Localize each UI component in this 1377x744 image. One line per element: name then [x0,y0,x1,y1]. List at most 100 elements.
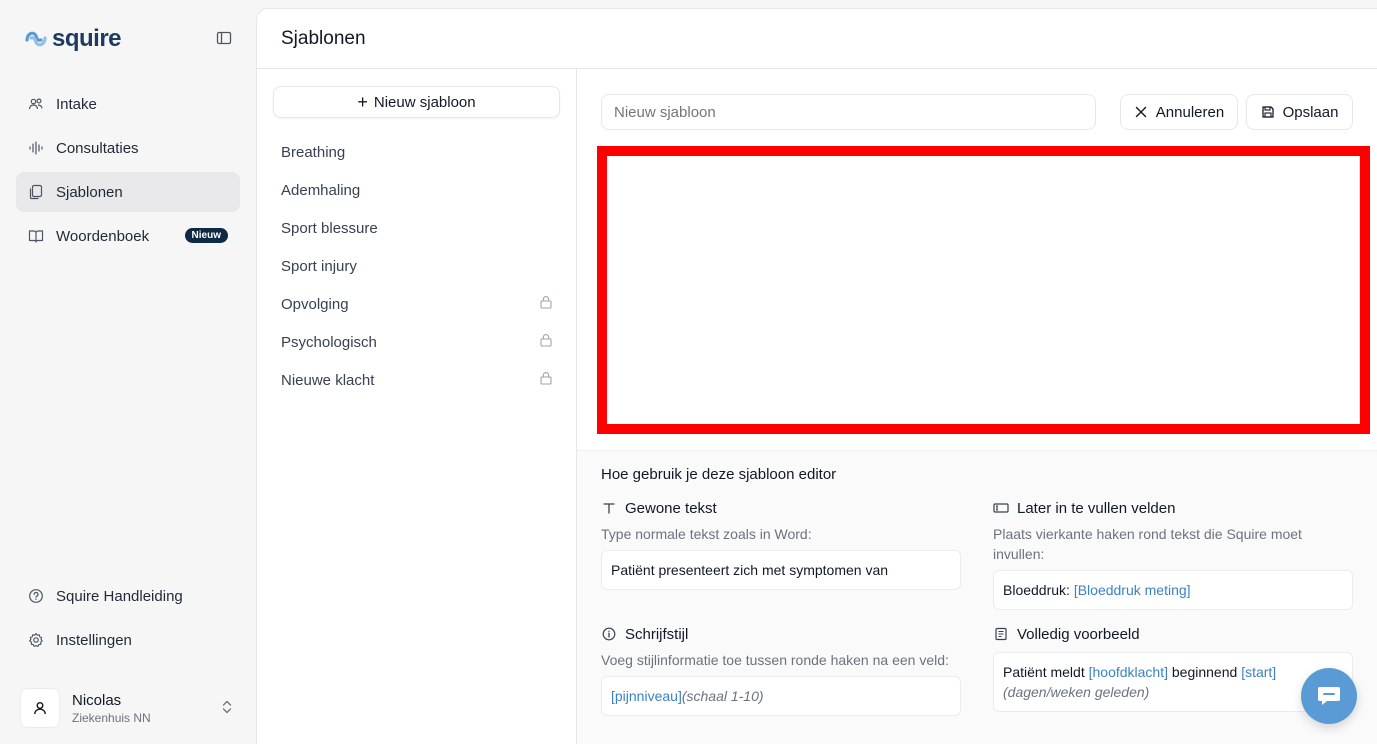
help-writing-style: Schrijfstijl Voeg stijlinformatie toe tu… [601,624,961,716]
sidebar-item-sjablonen[interactable]: Sjablonen [16,172,240,212]
help-fill-fields: Later in te vullen velden Plaats vierkan… [993,498,1353,610]
chat-icon [1318,687,1340,705]
editor-text-area[interactable] [607,156,1360,424]
logo[interactable]: squire [24,25,122,53]
close-icon [1134,105,1148,119]
template-editor-panel: Annuleren Opslaan Hoe gebruik je deze sj… [577,69,1377,744]
template-label: Opvolging [281,295,349,313]
sidebar-item-instellingen[interactable]: Instellingen [16,620,240,660]
template-item-nieuwe-klacht[interactable]: Nieuwe klacht [273,361,561,399]
save-label: Opslaan [1282,103,1339,121]
lock-icon [540,334,552,347]
user-icon [34,702,46,715]
new-template-button[interactable]: + Nieuw sjabloon [273,86,560,118]
chevron-up-down-icon [220,698,234,721]
sidebar-item-woordenboek[interactable]: Woordenboek Nieuw [16,216,240,256]
help-circle-icon [28,588,44,604]
sidebar-bottom-nav: Squire Handleiding Instellingen [16,576,240,664]
help-style-heading: Schrijfstijl [601,624,961,644]
template-label: Sport blessure [281,219,378,237]
sidebar-item-label: Squire Handleiding [56,587,183,605]
help-full-example: Volledig voorbeeld Patiënt meldt [hoofdk… [993,624,1353,712]
help-fields-heading: Later in te vullen velden [993,498,1353,518]
plus-icon: + [357,92,368,112]
cancel-label: Annuleren [1155,103,1225,121]
lock-icon [540,372,552,385]
gear-icon [28,632,44,648]
template-list-panel: + Nieuw sjabloon Breathing Ademhaling Sp… [257,69,577,744]
template-label: Sport injury [281,257,357,275]
sidebar-item-consultaties[interactable]: Consultaties [16,128,240,168]
sidebar-item-label: Intake [56,95,97,113]
new-template-label: Nieuw sjabloon [373,93,476,111]
sidebar-item-label: Consultaties [56,139,139,157]
help-full-style: (dagen/weken geleden) [1003,684,1150,700]
editor-help-section: Hoe gebruik je deze sjabloon editor Gewo… [577,450,1377,744]
user-info: Nicolas Ziekenhuis NN [72,692,151,725]
help-style-example-style: (schaal 1-10) [681,688,764,704]
sidebar-item-handleiding[interactable]: Squire Handleiding [16,576,240,616]
sidebar-item-label: Sjablonen [56,183,123,201]
sidebar-toggle-button[interactable] [214,28,234,48]
sidebar-item-intake[interactable]: Intake [16,84,240,124]
new-badge: Nieuw [184,228,228,243]
help-fields-example: Bloeddruk: [Bloeddruk meting] [993,570,1353,610]
book-icon [28,228,44,244]
help-fields-example-placeholder: [Bloeddruk meting] [1073,582,1191,598]
template-label: Psychologisch [281,333,377,351]
help-style-desc: Voeg stijlinformatie toe tussen ronde ha… [601,652,949,668]
help-full-part1: Patiënt meldt [1003,664,1089,680]
info-icon [601,626,617,642]
help-plain-title: Gewone tekst [625,499,717,517]
help-title: Hoe gebruik je deze sjabloon editor [601,466,837,483]
help-style-example: [pijnniveau](schaal 1-10) [601,676,961,716]
user-org: Ziekenhuis NN [72,710,151,725]
help-fields-example-prefix: Bloeddruk: [1003,582,1074,598]
help-full-ph1: [hoofdklacht] [1088,664,1168,680]
template-item-ademhaling[interactable]: Ademhaling [273,171,561,209]
main-panel: Sjablonen + Nieuw sjabloon Breathing Ade… [256,8,1377,744]
page-title: Sjablonen [281,27,366,49]
template-item-opvolging[interactable]: Opvolging [273,285,561,323]
waveform-icon [28,140,44,156]
sidebar-item-label: Woordenboek [56,227,150,245]
template-label: Breathing [281,143,346,161]
template-label: Ademhaling [281,181,361,199]
help-full-part2: beginnend [1168,664,1242,680]
template-list: Breathing Ademhaling Sport blessure Spor… [273,133,561,399]
cancel-button[interactable]: Annuleren [1120,94,1238,130]
file-copy-icon [28,184,44,200]
template-item-sport-injury[interactable]: Sport injury [273,247,561,285]
save-button[interactable]: Opslaan [1246,94,1353,130]
save-icon [1261,105,1275,119]
logo-text: squire [52,25,122,52]
help-full-example-box: Patiënt meldt [hoofdklacht] beginnend [s… [993,652,1353,712]
lock-icon [540,296,552,309]
help-fields-desc: Plaats vierkante haken rond tekst die Sq… [993,526,1302,562]
squire-logo-icon [25,31,47,47]
main-header: Sjablonen [257,9,1377,69]
help-fields-title: Later in te vullen velden [1017,499,1176,517]
help-full-ph2: [start] [1241,664,1277,680]
user-menu[interactable]: Nicolas Ziekenhuis NN [20,686,240,730]
template-content-editor[interactable] [597,146,1370,434]
chat-button[interactable] [1301,668,1357,724]
template-item-sport-blessure[interactable]: Sport blessure [273,209,561,247]
sidebar-item-label: Instellingen [56,631,132,649]
help-style-example-placeholder: [pijnniveau] [611,688,682,704]
form-field-icon [993,500,1009,516]
user-name: Nicolas [72,691,122,709]
avatar [20,688,60,728]
template-name-input[interactable] [601,94,1096,130]
sidebar-panel-icon [216,31,232,45]
document-icon [993,626,1009,642]
template-label: Nieuwe klacht [281,371,375,389]
template-item-breathing[interactable]: Breathing [273,133,561,171]
help-full-heading: Volledig voorbeeld [993,624,1353,644]
help-plain-example: Patiënt presenteert zich met symptomen v… [601,550,961,590]
help-plain-heading: Gewone tekst [601,498,961,518]
template-item-psychologisch[interactable]: Psychologisch [273,323,561,361]
help-full-title: Volledig voorbeeld [1017,625,1140,643]
sidebar: squire Intake Consultaties Sjablonen Woo… [0,0,256,744]
text-icon [601,500,617,516]
